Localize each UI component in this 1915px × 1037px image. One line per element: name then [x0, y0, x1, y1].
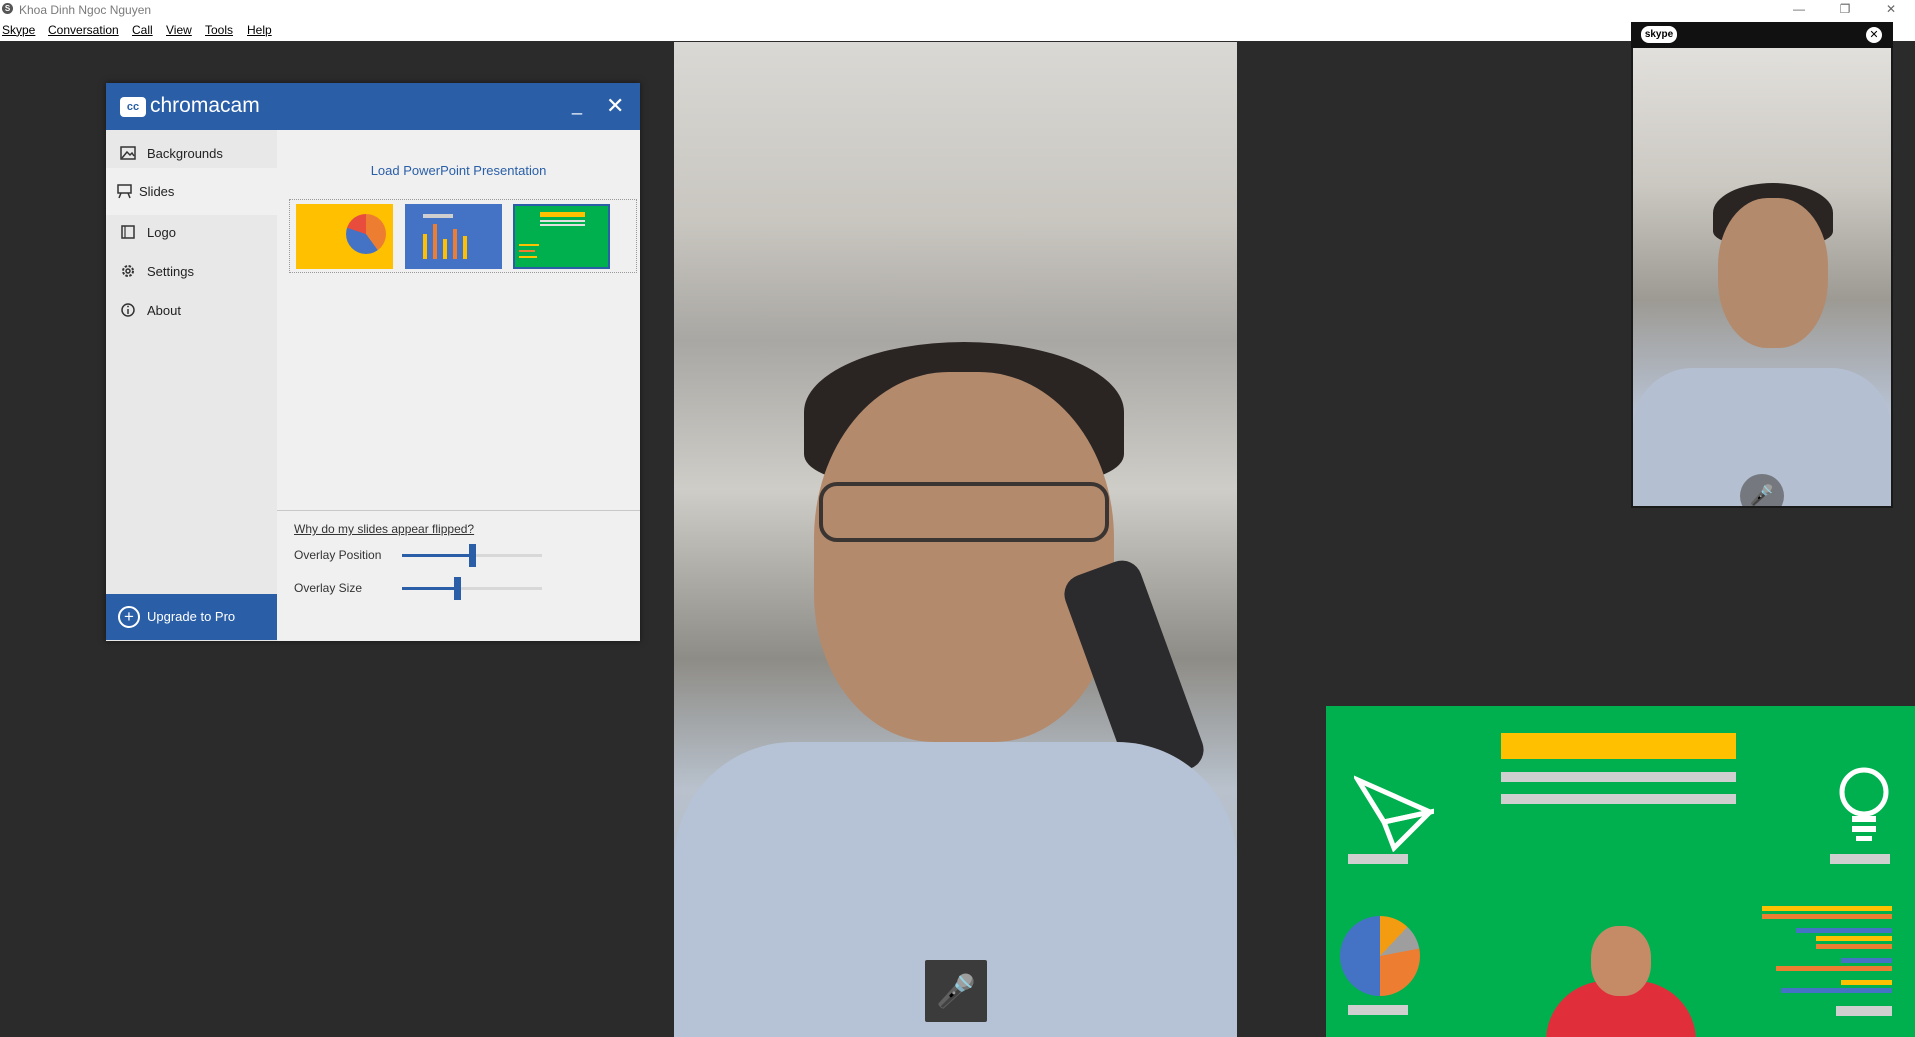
- skype-app-icon: S: [2, 3, 13, 14]
- upgrade-to-pro-button[interactable]: + Upgrade to Pro: [106, 594, 277, 640]
- overlay-size-thumb[interactable]: [453, 577, 461, 600]
- overlay-position-fill: [402, 554, 472, 557]
- slide-bar-line: [1836, 1006, 1892, 1016]
- slides-flipped-help-link[interactable]: Why do my slides appear flipped?: [294, 522, 474, 536]
- slide-bar-line: [1816, 936, 1892, 941]
- thumbnail-text-line: [540, 220, 585, 222]
- square-icon: [121, 225, 135, 239]
- presenter-cutout: [1536, 926, 1706, 1037]
- sidebar-item-about[interactable]: About: [106, 287, 277, 334]
- microphone-mute-button[interactable]: 🎤: [925, 960, 987, 1022]
- menu-skype[interactable]: Skype: [2, 23, 35, 37]
- overlay-size-fill: [402, 587, 457, 590]
- close-button[interactable]: ✕: [1868, 0, 1914, 19]
- chromacam-close-button[interactable]: ✕: [606, 93, 624, 119]
- self-view-header: skype ✕: [1631, 22, 1893, 48]
- microphone-muted-icon: 🎤: [936, 973, 976, 1009]
- image-icon: [120, 146, 136, 160]
- thumbnail-bar: [519, 250, 535, 252]
- slide-bar-line: [1781, 988, 1892, 993]
- thumbnail-bar: [519, 244, 539, 246]
- overlay-size-slider[interactable]: [402, 577, 542, 600]
- slide-bar-line: [1762, 906, 1892, 911]
- chromacam-logo-icon: cc: [120, 97, 146, 117]
- sidebar-item-label: About: [147, 303, 181, 318]
- thumbnail-title-bar: [423, 214, 453, 218]
- overlay-size-label: Overlay Size: [294, 581, 363, 595]
- slide-thumbnail-2[interactable]: [405, 204, 502, 269]
- thumbnail-bar: [423, 234, 427, 259]
- remote-glasses: [819, 482, 1109, 542]
- thumbnail-title-bar: [540, 212, 585, 217]
- title-bar: S Khoa Dinh Ngoc Nguyen — ❐ ✕: [0, 0, 1915, 19]
- slide-text-line: [1501, 772, 1736, 782]
- menu-tools[interactable]: Tools: [205, 23, 233, 37]
- overlay-position-label: Overlay Position: [294, 548, 382, 562]
- sidebar-item-label: Backgrounds: [147, 146, 223, 161]
- section-divider: [277, 510, 640, 511]
- menu-view[interactable]: View: [166, 23, 192, 37]
- skype-logo: skype: [1641, 26, 1677, 43]
- slide-thumbnail-1[interactable]: [296, 204, 393, 269]
- slide-bar-line: [1841, 980, 1892, 985]
- thumbnail-bar: [443, 239, 447, 259]
- sidebar-item-slides[interactable]: Slides: [106, 168, 277, 215]
- maximize-button[interactable]: ❐: [1822, 0, 1868, 19]
- slide-caption-line: [1348, 854, 1408, 864]
- slides-panel: Load PowerPoint Presentation Why do my s…: [277, 130, 640, 641]
- paper-plane-icon: [1354, 775, 1434, 852]
- pie-chart-graphic: [1340, 916, 1420, 996]
- presenter-face: [1591, 926, 1651, 996]
- sidebar-item-label: Settings: [147, 264, 194, 279]
- thumbnail-text-line: [540, 224, 585, 226]
- slide-text-line: [1501, 794, 1736, 804]
- chromacam-header: cc chromacam _ ✕: [106, 83, 640, 130]
- slide-thumbnail-strip: [289, 199, 637, 273]
- slide-bar-line: [1816, 944, 1892, 949]
- remote-video: [674, 42, 1237, 1037]
- chromacam-sidebar: Backgrounds Slides Logo Settings About +…: [106, 130, 277, 641]
- slide-caption-line: [1830, 854, 1890, 864]
- menu-conversation[interactable]: Conversation: [48, 23, 119, 37]
- thumbnail-pie-graphic: [346, 214, 386, 254]
- slide-bar-line: [1841, 958, 1892, 963]
- chromacam-minimize-button[interactable]: _: [572, 95, 582, 116]
- window-title: Khoa Dinh Ngoc Nguyen: [19, 3, 152, 17]
- thumbnail-bar: [463, 236, 467, 259]
- menu-call[interactable]: Call: [132, 23, 153, 37]
- overlay-position-thumb[interactable]: [469, 544, 476, 567]
- self-view-close-icon[interactable]: ✕: [1866, 27, 1882, 43]
- thumbnail-bar: [433, 224, 437, 259]
- slide-bar-line: [1776, 966, 1892, 971]
- slide-overlay: [1326, 706, 1915, 1037]
- overlay-position-slider[interactable]: [402, 544, 542, 567]
- menu-bar: Skype Conversation Call View Tools Help: [0, 19, 1915, 41]
- slide-bar-line: [1762, 914, 1892, 919]
- gear-icon: [122, 265, 134, 277]
- info-icon: [121, 303, 135, 317]
- slide-thumbnail-3[interactable]: [513, 204, 610, 269]
- minimize-button[interactable]: —: [1776, 0, 1822, 19]
- load-powerpoint-link[interactable]: Load PowerPoint Presentation: [277, 163, 640, 178]
- chromacam-window: cc chromacam _ ✕ Backgrounds Slides Logo…: [106, 83, 640, 641]
- upgrade-label: Upgrade to Pro: [147, 609, 236, 624]
- sidebar-item-label: Logo: [147, 225, 176, 240]
- remote-face: [814, 372, 1114, 742]
- lightbulb-icon: [1839, 767, 1889, 841]
- chromacam-logo-text: chromacam: [150, 94, 260, 117]
- slide-title-bar: [1501, 733, 1736, 759]
- slide-bar-line: [1796, 928, 1892, 933]
- slide-caption-line: [1348, 1005, 1408, 1015]
- easel-icon: [117, 184, 132, 199]
- sidebar-item-label: Slides: [139, 184, 175, 199]
- thumbnail-bar: [519, 256, 537, 258]
- self-video: 🎤: [1633, 48, 1891, 506]
- thumbnail-bar: [453, 229, 457, 259]
- plus-circle-icon: +: [118, 606, 140, 628]
- self-view-panel[interactable]: skype ✕ 🎤: [1631, 22, 1893, 508]
- menu-help[interactable]: Help: [247, 23, 272, 37]
- self-face: [1718, 198, 1828, 348]
